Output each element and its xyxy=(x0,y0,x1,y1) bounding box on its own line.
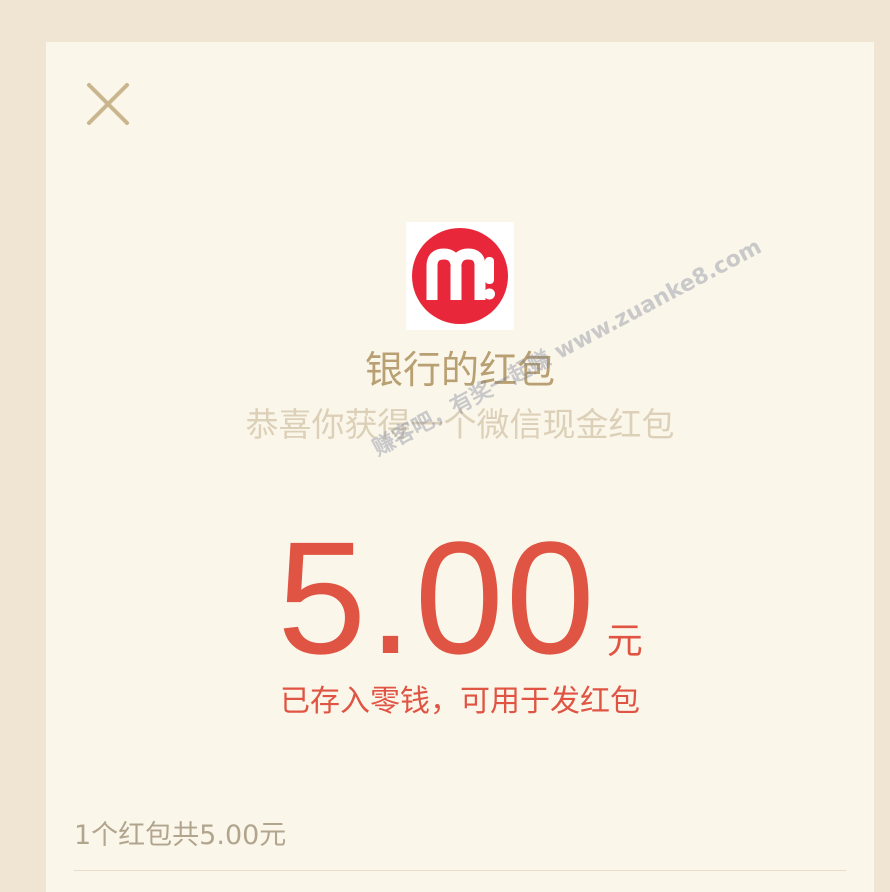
packet-summary: 1个红包共5.00元 xyxy=(74,820,287,851)
greeting-text: 恭喜你获得一个微信现金红包 xyxy=(245,405,675,444)
deposit-note[interactable]: 已存入零钱，可用于发红包 xyxy=(46,682,874,722)
amount-unit: 元 xyxy=(606,621,643,662)
divider xyxy=(74,870,846,871)
amount-row: 5.00 元 xyxy=(46,518,874,678)
close-icon xyxy=(87,83,129,125)
bank-logo xyxy=(406,222,514,330)
bank-m-logo-icon xyxy=(412,228,508,324)
close-button[interactable] xyxy=(86,82,130,126)
sender-title: 银行的红包 xyxy=(364,348,555,392)
amount-value: 5.00 xyxy=(277,508,597,687)
red-packet-card: 银行的红包 恭喜你获得一个微信现金红包 5.00 元 已存入零钱，可用于发红包 1… xyxy=(46,42,874,892)
